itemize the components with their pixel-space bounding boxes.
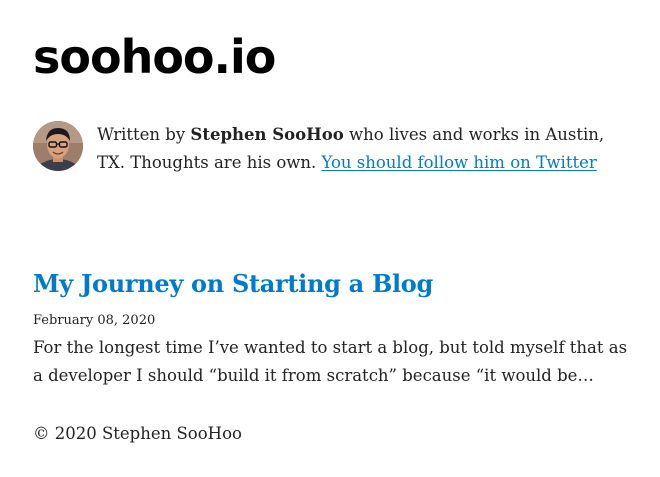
bio-author-name: Stephen SooHoo bbox=[190, 125, 344, 144]
post-preview: My Journey on Starting a Blog February 0… bbox=[33, 269, 633, 390]
site-title[interactable]: soohoo.io bbox=[33, 34, 276, 80]
post-date: February 08, 2020 bbox=[33, 312, 156, 328]
avatar-photo-icon bbox=[33, 121, 83, 171]
footer-copyright: © 2020 Stephen SooHoo bbox=[33, 424, 242, 443]
bio-text: Written by Stephen SooHoo who lives and … bbox=[97, 121, 633, 177]
avatar bbox=[33, 121, 83, 171]
post-title-link[interactable]: My Journey on Starting a Blog bbox=[33, 269, 633, 299]
author-bio: Written by Stephen SooHoo who lives and … bbox=[33, 121, 633, 177]
page: soohoo.io Written by Stephen SooHoo who … bbox=[0, 0, 660, 477]
twitter-follow-link[interactable]: You should follow him on Twitter bbox=[322, 153, 597, 172]
post-excerpt: For the longest time I’ve wanted to star… bbox=[33, 337, 628, 385]
bio-prefix: Written by bbox=[97, 125, 191, 144]
